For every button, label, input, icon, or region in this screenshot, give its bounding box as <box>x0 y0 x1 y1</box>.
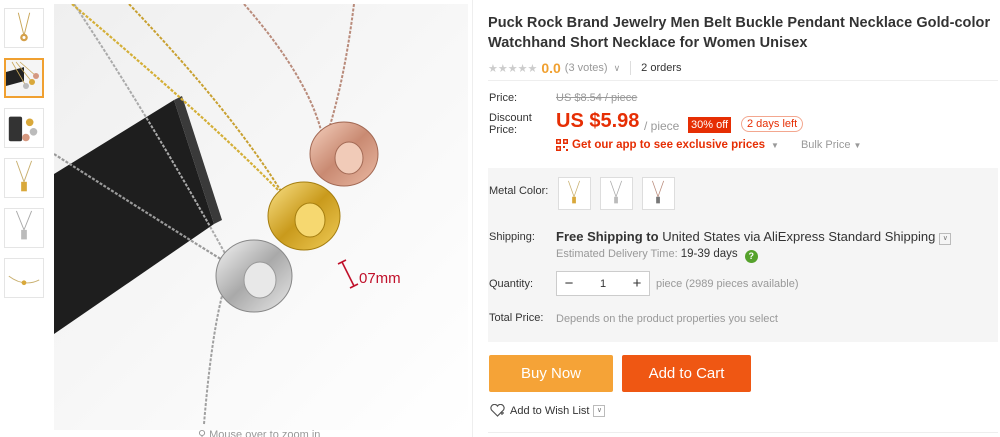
price-label: Price: <box>489 92 518 104</box>
main-product-image[interactable]: 07mm <box>54 4 468 430</box>
discount-price: US $5.98 <box>556 110 640 132</box>
chevron-down-icon[interactable]: ∨ <box>593 404 606 417</box>
days-left-badge: 2 days left <box>741 116 804 132</box>
divider <box>488 432 998 433</box>
qr-code-icon <box>556 139 568 151</box>
column-divider <box>472 0 473 437</box>
bulk-price-dropdown[interactable]: Bulk Price ▼ <box>801 139 862 151</box>
app-promo-row: Get our app to see exclusive prices ▼ Bu… <box>556 139 861 151</box>
thumbnail-1[interactable] <box>4 8 44 48</box>
plus-icon[interactable]: + <box>625 272 649 295</box>
caret-down-icon: ▼ <box>853 141 862 150</box>
zoom-hint: ⚲ Mouse over to zoom in <box>198 428 320 437</box>
buy-now-button[interactable]: Buy Now <box>489 355 613 392</box>
metal-color-label: Metal Color: <box>489 185 549 197</box>
minus-icon[interactable]: − <box>557 272 581 295</box>
rating-row: ★★★★★ 0.0 (3 votes) ∨ 2 orders <box>488 58 998 78</box>
chevron-down-icon[interactable]: ∨ <box>614 63 621 74</box>
shipping-label: Shipping: <box>489 231 535 243</box>
caret-down-icon[interactable]: ▼ <box>771 141 779 150</box>
votes-link[interactable]: (3 votes) <box>565 62 608 74</box>
shipping-info[interactable]: Free Shipping to United States via AliEx… <box>556 229 952 245</box>
metal-color-silver[interactable] <box>600 177 633 210</box>
thumbnail-list <box>4 8 46 308</box>
thumbnail-6[interactable] <box>4 258 44 298</box>
app-prices-link[interactable]: Get our app to see exclusive prices <box>572 139 765 151</box>
divider <box>630 61 632 75</box>
thumbnail-5[interactable] <box>4 208 44 248</box>
divider <box>488 80 998 81</box>
delivery-estimate: Estimated Delivery Time: 19-39 days ? <box>556 248 758 263</box>
metal-color-rose-gold[interactable] <box>642 177 675 210</box>
product-title: Puck Rock Brand Jewelry Men Belt Buckle … <box>488 15 991 51</box>
quantity-stepper: − 1 + <box>556 271 650 296</box>
quantity-input[interactable]: 1 <box>581 278 625 290</box>
per-piece-unit: / piece <box>644 119 680 133</box>
discount-badge: 30% off <box>688 117 732 133</box>
chevron-down-icon[interactable]: ∨ <box>939 233 952 245</box>
size-annotation: 07mm <box>359 270 401 287</box>
total-price-label: Total Price: <box>489 312 544 324</box>
metal-color-gold[interactable] <box>558 177 591 210</box>
quantity-label: Quantity: <box>489 278 534 290</box>
total-price-value: Depends on the product properties you se… <box>556 313 778 325</box>
add-to-cart-button[interactable]: Add to Cart <box>622 355 751 392</box>
question-icon[interactable]: ? <box>744 250 758 263</box>
orders-count: 2 orders <box>641 62 682 74</box>
thumbnail-4[interactable] <box>4 158 44 198</box>
discount-label-2: Price: <box>489 124 518 136</box>
wishlist-link[interactable]: Add to Wish List <box>510 405 589 417</box>
zoom-icon: ⚲ <box>198 429 210 437</box>
thumbnail-2[interactable] <box>4 58 44 98</box>
product-info: Puck Rock Brand Jewelry Men Belt Buckle … <box>488 0 998 433</box>
wishlist-row[interactable]: Add to Wish List ∨ <box>490 404 606 417</box>
rating-value: 0.0 <box>541 60 561 76</box>
heart-icon <box>490 404 505 417</box>
stock-note: piece (2989 pieces available) <box>656 278 799 290</box>
rating-stars-icon: ★★★★★ <box>488 62 538 75</box>
original-price: US $8.54 / piece <box>556 92 638 104</box>
thumbnail-3[interactable] <box>4 108 44 148</box>
